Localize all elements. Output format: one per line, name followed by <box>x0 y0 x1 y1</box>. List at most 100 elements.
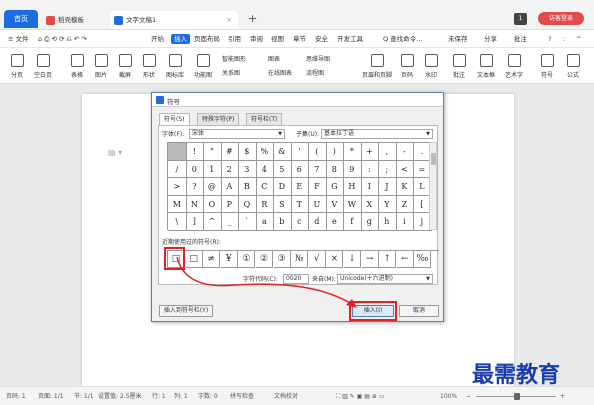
tab-symbol-bar[interactable]: 符号栏(T) <box>246 113 283 125</box>
symbol-cell[interactable]: 1 <box>203 160 222 179</box>
symbol-cell[interactable]: _ <box>220 213 240 231</box>
symbol-cell[interactable]: g <box>360 213 380 231</box>
symbol-cell[interactable]: F <box>308 178 327 196</box>
close-tab-icon[interactable]: × <box>226 11 232 29</box>
symbol-cell[interactable]: f <box>343 213 362 231</box>
symbol-cell[interactable]: < <box>395 160 415 179</box>
symbol-cell[interactable]: O <box>203 195 222 214</box>
scroll-thumb[interactable] <box>431 153 436 165</box>
menu-page-layout[interactable]: 页面布局 <box>194 34 220 44</box>
menu-review[interactable]: 审阅 <box>250 34 263 44</box>
symbol-cell[interactable]: " <box>203 143 222 161</box>
subset-select[interactable]: 基本拉丁语 ▼ <box>321 129 433 139</box>
symbol-cell[interactable]: N <box>185 195 205 214</box>
tab-home[interactable]: 首页 <box>4 10 38 28</box>
symbol-cell[interactable]: b <box>273 213 292 231</box>
symbol-cell[interactable]: / <box>168 160 187 179</box>
function-chart-button[interactable]: 功能图 <box>190 54 216 79</box>
symbol-cell[interactable]: & <box>273 143 292 161</box>
symbol-cell[interactable]: , <box>378 143 397 161</box>
formula-button[interactable]: 公式 <box>562 54 584 79</box>
symbol-cell[interactable]: 3 <box>238 160 257 179</box>
proofread-button[interactable]: 文档校对 <box>274 392 298 401</box>
watermark-button[interactable]: 水印 <box>420 54 442 79</box>
new-tab-button[interactable]: + <box>248 11 257 27</box>
symbol-cell[interactable]: Y <box>378 195 397 214</box>
symbol-cell[interactable]: > <box>168 178 187 196</box>
help-icon[interactable]: ? <box>548 34 551 44</box>
symbol-cell[interactable]: ' <box>290 143 310 161</box>
menu-reference[interactable]: 引用 <box>228 34 241 44</box>
symbol-cell[interactable]: B <box>238 178 257 196</box>
menu-file[interactable]: ≡ 文件 <box>8 34 29 44</box>
symbol-cell[interactable]: - <box>395 143 415 161</box>
table-button[interactable]: 表格 <box>66 54 88 79</box>
quick-access-icons[interactable]: ⌂ ⎙ ⟲ ⟳ ⎌ ↶ ↷ <box>38 34 87 44</box>
symbol-cell[interactable]: ! <box>185 143 205 161</box>
menu-insert[interactable]: 插入 <box>171 34 190 44</box>
font-select[interactable]: 宋体 ▼ <box>189 129 285 139</box>
spell-check-button[interactable]: 拼写检查 <box>230 392 254 401</box>
symbol-cell[interactable]: i <box>395 213 415 231</box>
symbol-cell[interactable]: A <box>220 178 240 196</box>
icon-library-button[interactable]: 图标库 <box>162 54 188 79</box>
wordart-button[interactable]: 艺术字 <box>502 54 526 79</box>
collapse-ribbon-icon[interactable]: ^ <box>576 34 581 44</box>
unsaved-status[interactable]: 未保存 <box>448 34 468 44</box>
share-button[interactable]: 分享 <box>484 34 497 44</box>
symbol-cell[interactable]: E <box>290 178 310 196</box>
mind-map-button[interactable]: 思维导图 <box>306 54 330 63</box>
recent-symbol-cell[interactable]: ‰ <box>414 251 432 268</box>
symbol-cell[interactable]: d <box>308 213 327 231</box>
textbox-button[interactable]: 文本框 <box>474 54 498 79</box>
picture-button[interactable]: 图片 <box>90 54 112 79</box>
symbol-cell[interactable]: Q <box>238 195 257 214</box>
symbol-cell[interactable]: 8 <box>325 160 345 179</box>
symbol-cell[interactable]: a <box>255 213 275 231</box>
page-break-button[interactable]: 分页 <box>6 54 28 79</box>
chart-button[interactable]: 图表 <box>268 54 280 63</box>
smart-art-button[interactable]: 智能图形 <box>222 54 246 63</box>
symbol-button[interactable]: 符号 <box>536 54 558 79</box>
symbol-cell[interactable]: Z <box>395 195 415 214</box>
symbol-cell[interactable]: M <box>168 195 187 214</box>
blank-page-button[interactable]: 空白页 <box>30 54 56 79</box>
flowchart-button[interactable]: 流程图 <box>306 68 324 77</box>
symbol-cell[interactable]: ; <box>378 160 397 179</box>
symbol-cell[interactable]: K <box>395 178 415 196</box>
symbol-cell[interactable]: 2 <box>220 160 240 179</box>
header-footer-button[interactable]: 页眉和页脚 <box>360 54 394 79</box>
symbol-cell[interactable]: U <box>308 195 327 214</box>
symbol-cell[interactable]: + <box>360 143 380 161</box>
symbol-cell[interactable]: C <box>255 178 275 196</box>
symbol-cell[interactable]: 4 <box>255 160 275 179</box>
search-command[interactable]: Q 查找命令... <box>383 34 422 44</box>
window-count-badge[interactable]: 1 <box>514 13 527 25</box>
comment-insert-button[interactable]: 批注 <box>448 54 470 79</box>
symbol-cell[interactable]: J <box>378 178 397 196</box>
shape-button[interactable]: 形状 <box>138 54 160 79</box>
view-mode-icons[interactable]: ⛶ ▥ ✎ ▣ ▤ ⊕ ▭ <box>336 392 384 401</box>
symbol-cell[interactable]: ] <box>185 213 205 231</box>
symbol-cell[interactable]: 9 <box>343 160 362 179</box>
symbol-cell[interactable]: ^ <box>203 213 222 231</box>
symbol-cell[interactable]: T <box>290 195 310 214</box>
symbol-grid-scrollbar[interactable] <box>429 142 437 230</box>
symbol-cell[interactable]: R <box>255 195 275 214</box>
menu-section[interactable]: 章节 <box>293 34 306 44</box>
online-chart-button[interactable]: 在线图表 <box>268 68 292 77</box>
symbol-cell[interactable]: S <box>273 195 292 214</box>
tab-wps-templates[interactable]: 稻壳模板 <box>42 11 107 29</box>
tab-special-chars[interactable]: 特殊字符(P) <box>197 113 240 125</box>
symbol-cell[interactable]: 0 <box>185 160 205 179</box>
cancel-button[interactable]: 取消 <box>399 305 439 317</box>
menu-security[interactable]: 安全 <box>315 34 328 44</box>
symbol-cell[interactable]: ` <box>238 213 257 231</box>
zoom-in-button[interactable]: + <box>560 392 565 401</box>
zoom-slider-thumb[interactable] <box>514 393 520 400</box>
menu-start[interactable]: 开始 <box>151 34 164 44</box>
symbol-cell[interactable]: c <box>290 213 310 231</box>
symbol-cell[interactable]: H <box>343 178 362 196</box>
symbol-cell[interactable]: P <box>220 195 240 214</box>
symbol-cell[interactable]: % <box>255 143 275 161</box>
